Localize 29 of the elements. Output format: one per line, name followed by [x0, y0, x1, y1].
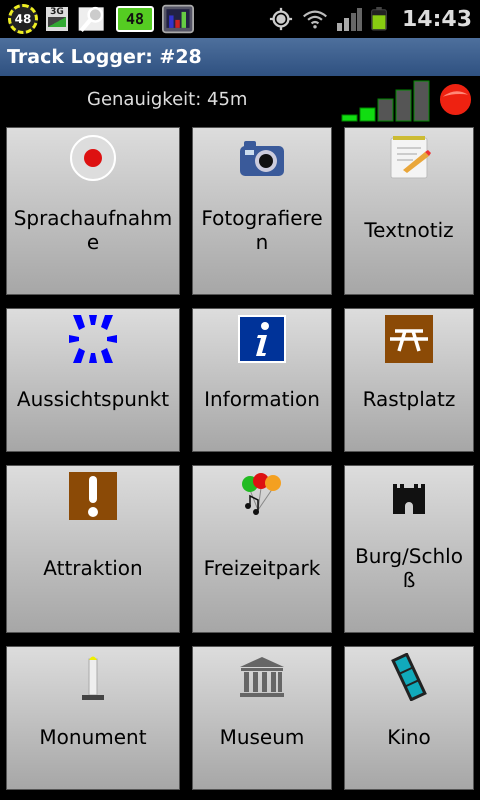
gps-icon [268, 7, 294, 31]
viewpoint-icon [69, 315, 117, 363]
category-button[interactable]: Burg/Schloß [344, 465, 474, 633]
battery-icon [370, 7, 388, 31]
window-title: Track Logger: #28 [7, 46, 202, 68]
info-icon [238, 315, 286, 363]
network-icon: 3G [46, 7, 68, 31]
category-button[interactable]: Attraktion [6, 465, 180, 633]
accuracy-text: Genauigkeit: 45m [87, 88, 248, 110]
signal-icon [336, 7, 362, 31]
record-icon [69, 134, 117, 182]
counter-icon: 48 [116, 6, 154, 32]
recording-dot-icon [439, 82, 472, 116]
category-button[interactable]: Freizeitpark [192, 465, 332, 633]
exclamation-icon [69, 472, 117, 520]
category-button[interactable]: Textnotiz [344, 127, 474, 295]
category-button[interactable]: Rastplatz [344, 308, 474, 452]
picnic-table-icon [385, 315, 433, 363]
category-button[interactable]: Aussichtspunkt [6, 308, 180, 452]
category-button[interactable]: Fotografieren [192, 127, 332, 295]
category-button[interactable]: Museum [192, 646, 332, 790]
accuracy-bars-icon [341, 80, 431, 122]
chart-icon [162, 4, 194, 34]
category-button[interactable]: Monument [6, 646, 180, 790]
category-button[interactable]: Kino [344, 646, 474, 790]
category-button[interactable]: Sprachaufnahme [6, 127, 180, 295]
gauge-icon: 48 [8, 4, 38, 34]
category-button[interactable]: Information [192, 308, 332, 452]
clock-time: 14:43 [402, 6, 472, 32]
